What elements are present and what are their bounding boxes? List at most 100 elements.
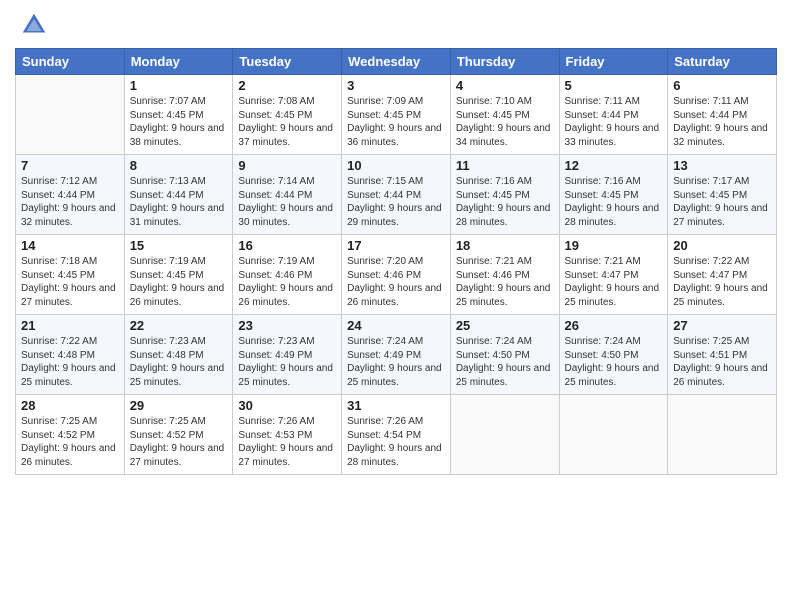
day-number: 22 <box>130 318 228 333</box>
calendar-week-row: 21 Sunrise: 7:22 AMSunset: 4:48 PMDayligh… <box>16 315 777 395</box>
header <box>15 10 777 40</box>
day-number: 17 <box>347 238 445 253</box>
day-number: 26 <box>565 318 663 333</box>
day-info: Sunrise: 7:20 AMSunset: 4:46 PMDaylight:… <box>347 255 445 309</box>
day-info: Sunrise: 7:09 AMSunset: 4:45 PMDaylight:… <box>347 95 445 149</box>
day-number: 6 <box>673 78 771 93</box>
calendar-cell: 28 Sunrise: 7:25 AMSunset: 4:52 PMDayligh… <box>16 395 125 475</box>
main-container: SundayMondayTuesdayWednesdayThursdayFrid… <box>0 0 792 612</box>
day-info: Sunrise: 7:12 AMSunset: 4:44 PMDaylight:… <box>21 175 119 229</box>
calendar-cell: 31 Sunrise: 7:26 AMSunset: 4:54 PMDayligh… <box>342 395 451 475</box>
day-info: Sunrise: 7:24 AMSunset: 4:49 PMDaylight:… <box>347 335 445 389</box>
calendar-cell: 12 Sunrise: 7:16 AMSunset: 4:45 PMDayligh… <box>559 155 668 235</box>
calendar-cell: 14Sunrise: 7:18 AMSunset: 4:45 PMDayligh… <box>16 235 125 315</box>
calendar-cell: 1 Sunrise: 7:07 AMSunset: 4:45 PMDaylight… <box>124 75 233 155</box>
calendar-week-row: 1 Sunrise: 7:07 AMSunset: 4:45 PMDaylight… <box>16 75 777 155</box>
calendar-cell: 4 Sunrise: 7:10 AMSunset: 4:45 PMDaylight… <box>450 75 559 155</box>
calendar-cell: 17 Sunrise: 7:20 AMSunset: 4:46 PMDayligh… <box>342 235 451 315</box>
day-number: 27 <box>673 318 771 333</box>
logo-icon <box>19 10 49 40</box>
day-number: 19 <box>565 238 663 253</box>
day-number: 1 <box>130 78 228 93</box>
day-info: Sunrise: 7:22 AMSunset: 4:48 PMDaylight:… <box>21 335 119 389</box>
calendar-cell: 13Sunrise: 7:17 AMSunset: 4:45 PMDayligh… <box>668 155 777 235</box>
day-info: Sunrise: 7:22 AMSunset: 4:47 PMDaylight:… <box>673 255 771 309</box>
day-info: Sunrise: 7:24 AMSunset: 4:50 PMDaylight:… <box>456 335 554 389</box>
calendar-cell: 2 Sunrise: 7:08 AMSunset: 4:45 PMDaylight… <box>233 75 342 155</box>
day-info: Sunrise: 7:08 AMSunset: 4:45 PMDaylight:… <box>238 95 336 149</box>
day-info: Sunrise: 7:15 AMSunset: 4:44 PMDaylight:… <box>347 175 445 229</box>
day-number: 11 <box>456 158 554 173</box>
day-number: 30 <box>238 398 336 413</box>
calendar-cell: 23 Sunrise: 7:23 AMSunset: 4:49 PMDayligh… <box>233 315 342 395</box>
day-number: 29 <box>130 398 228 413</box>
day-info: Sunrise: 7:21 AMSunset: 4:47 PMDaylight:… <box>565 255 663 309</box>
day-info: Sunrise: 7:19 AMSunset: 4:46 PMDaylight:… <box>238 255 336 309</box>
calendar-cell: 8 Sunrise: 7:13 AMSunset: 4:44 PMDaylight… <box>124 155 233 235</box>
calendar-cell: 27Sunrise: 7:25 AMSunset: 4:51 PMDayligh… <box>668 315 777 395</box>
day-info: Sunrise: 7:16 AMSunset: 4:45 PMDaylight:… <box>565 175 663 229</box>
day-info: Sunrise: 7:25 AMSunset: 4:52 PMDaylight:… <box>130 415 228 469</box>
calendar-cell <box>559 395 668 475</box>
calendar-cell: 3 Sunrise: 7:09 AMSunset: 4:45 PMDaylight… <box>342 75 451 155</box>
day-number: 10 <box>347 158 445 173</box>
calendar-cell: 16Sunrise: 7:19 AMSunset: 4:46 PMDayligh… <box>233 235 342 315</box>
day-info: Sunrise: 7:25 AMSunset: 4:52 PMDaylight:… <box>21 415 119 469</box>
day-number: 7 <box>21 158 119 173</box>
calendar-week-row: 28 Sunrise: 7:25 AMSunset: 4:52 PMDayligh… <box>16 395 777 475</box>
calendar-day-header: Tuesday <box>233 49 342 75</box>
day-number: 5 <box>565 78 663 93</box>
day-number: 8 <box>130 158 228 173</box>
calendar-cell: 7 Sunrise: 7:12 AMSunset: 4:44 PMDaylight… <box>16 155 125 235</box>
calendar-week-row: 7 Sunrise: 7:12 AMSunset: 4:44 PMDaylight… <box>16 155 777 235</box>
calendar-cell: 10 Sunrise: 7:15 AMSunset: 4:44 PMDayligh… <box>342 155 451 235</box>
calendar-cell <box>450 395 559 475</box>
calendar-day-header: Sunday <box>16 49 125 75</box>
day-info: Sunrise: 7:26 AMSunset: 4:54 PMDaylight:… <box>347 415 445 469</box>
calendar-cell: 9 Sunrise: 7:14 AMSunset: 4:44 PMDaylight… <box>233 155 342 235</box>
calendar-cell <box>668 395 777 475</box>
day-info: Sunrise: 7:10 AMSunset: 4:45 PMDaylight:… <box>456 95 554 149</box>
calendar-cell: 6 Sunrise: 7:11 AMSunset: 4:44 PMDaylight… <box>668 75 777 155</box>
calendar-cell: 24 Sunrise: 7:24 AMSunset: 4:49 PMDayligh… <box>342 315 451 395</box>
day-number: 2 <box>238 78 336 93</box>
day-number: 12 <box>565 158 663 173</box>
day-info: Sunrise: 7:14 AMSunset: 4:44 PMDaylight:… <box>238 175 336 229</box>
day-number: 13 <box>673 158 771 173</box>
calendar-cell: 15 Sunrise: 7:19 AMSunset: 4:45 PMDayligh… <box>124 235 233 315</box>
calendar-cell: 21 Sunrise: 7:22 AMSunset: 4:48 PMDayligh… <box>16 315 125 395</box>
calendar-cell: 22 Sunrise: 7:23 AMSunset: 4:48 PMDayligh… <box>124 315 233 395</box>
day-number: 14 <box>21 238 119 253</box>
day-number: 28 <box>21 398 119 413</box>
day-info: Sunrise: 7:07 AMSunset: 4:45 PMDaylight:… <box>130 95 228 149</box>
day-number: 21 <box>21 318 119 333</box>
day-info: Sunrise: 7:11 AMSunset: 4:44 PMDaylight:… <box>673 95 771 149</box>
day-number: 23 <box>238 318 336 333</box>
day-info: Sunrise: 7:13 AMSunset: 4:44 PMDaylight:… <box>130 175 228 229</box>
day-number: 31 <box>347 398 445 413</box>
calendar-day-header: Saturday <box>668 49 777 75</box>
calendar-day-header: Wednesday <box>342 49 451 75</box>
calendar-day-header: Thursday <box>450 49 559 75</box>
calendar-cell: 29 Sunrise: 7:25 AMSunset: 4:52 PMDayligh… <box>124 395 233 475</box>
day-number: 9 <box>238 158 336 173</box>
day-number: 24 <box>347 318 445 333</box>
day-info: Sunrise: 7:24 AMSunset: 4:50 PMDaylight:… <box>565 335 663 389</box>
calendar-week-row: 14Sunrise: 7:18 AMSunset: 4:45 PMDayligh… <box>16 235 777 315</box>
calendar-cell <box>16 75 125 155</box>
day-number: 15 <box>130 238 228 253</box>
calendar-cell: 20Sunrise: 7:22 AMSunset: 4:47 PMDayligh… <box>668 235 777 315</box>
day-number: 3 <box>347 78 445 93</box>
calendar-cell: 18Sunrise: 7:21 AMSunset: 4:46 PMDayligh… <box>450 235 559 315</box>
day-info: Sunrise: 7:19 AMSunset: 4:45 PMDaylight:… <box>130 255 228 309</box>
day-info: Sunrise: 7:11 AMSunset: 4:44 PMDaylight:… <box>565 95 663 149</box>
calendar-cell: 5 Sunrise: 7:11 AMSunset: 4:44 PMDaylight… <box>559 75 668 155</box>
calendar-day-header: Monday <box>124 49 233 75</box>
day-info: Sunrise: 7:16 AMSunset: 4:45 PMDaylight:… <box>456 175 554 229</box>
day-info: Sunrise: 7:26 AMSunset: 4:53 PMDaylight:… <box>238 415 336 469</box>
calendar-cell: 19 Sunrise: 7:21 AMSunset: 4:47 PMDayligh… <box>559 235 668 315</box>
day-number: 4 <box>456 78 554 93</box>
day-info: Sunrise: 7:23 AMSunset: 4:48 PMDaylight:… <box>130 335 228 389</box>
day-info: Sunrise: 7:23 AMSunset: 4:49 PMDaylight:… <box>238 335 336 389</box>
day-number: 25 <box>456 318 554 333</box>
